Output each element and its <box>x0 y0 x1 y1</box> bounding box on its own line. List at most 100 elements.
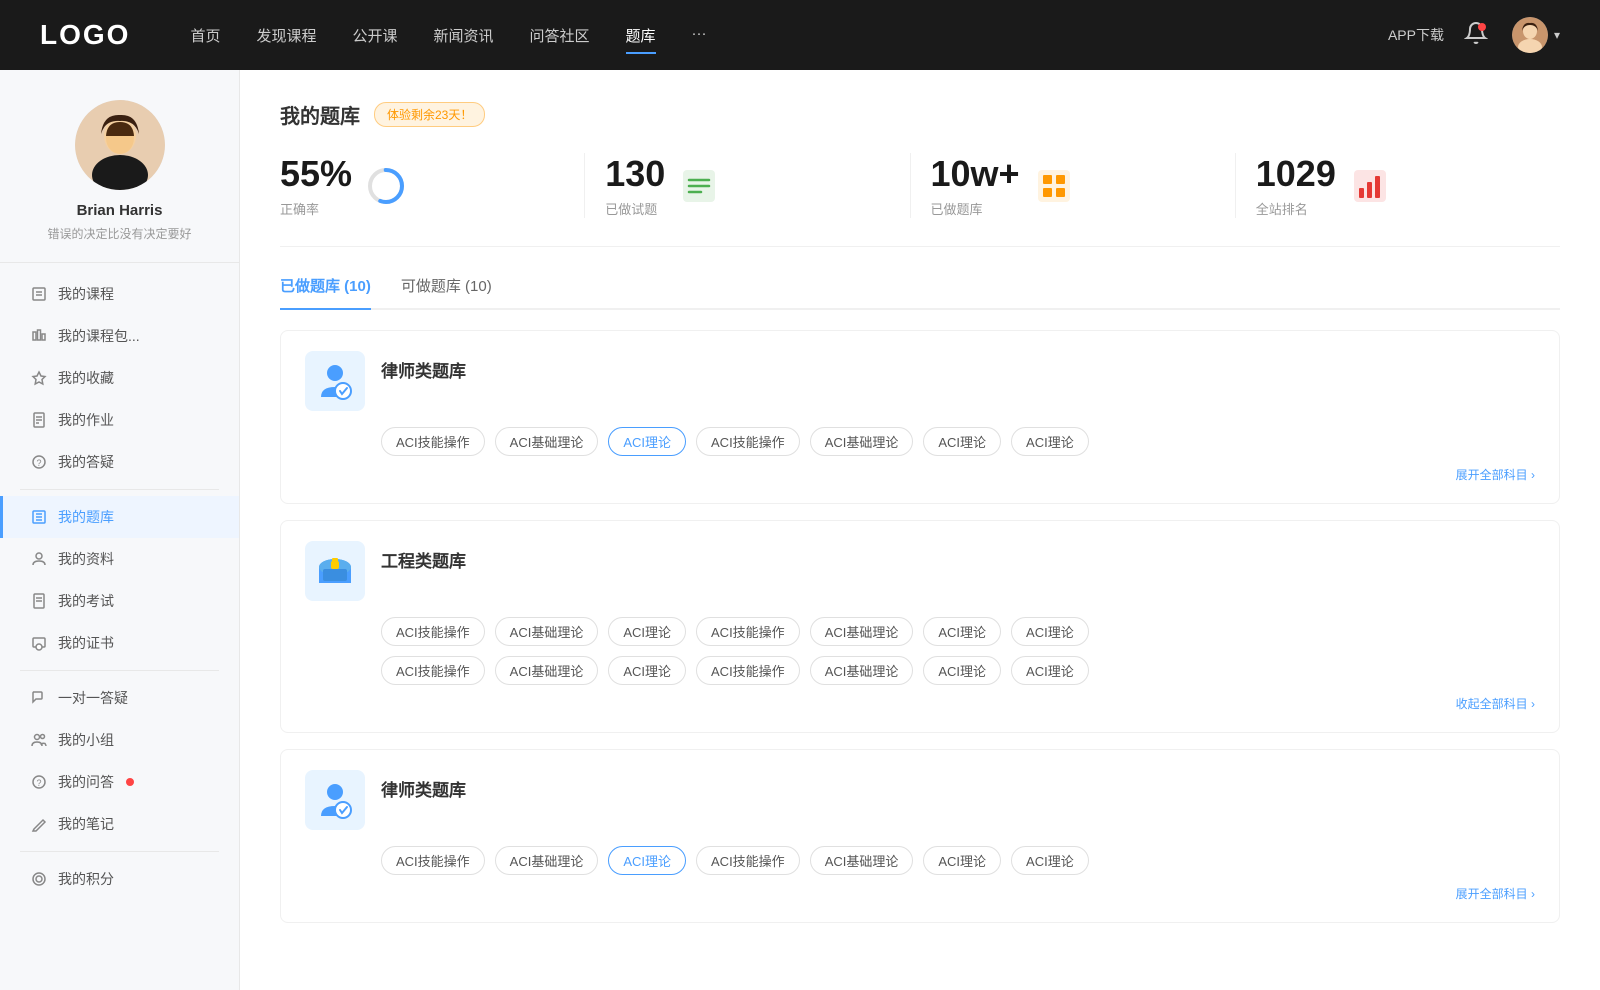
done-q-values: 130 已做试题 <box>605 153 665 218</box>
sidebar-label-my-profile: 我的资料 <box>58 549 114 569</box>
menu-divider-1 <box>20 489 219 490</box>
sidebar-item-my-profile[interactable]: 我的资料 <box>0 538 239 580</box>
trial-badge: 体验剩余23天！ <box>374 102 485 127</box>
tag-2-4[interactable]: ACI基础理论 <box>810 617 914 646</box>
sidebar-item-my-qbank[interactable]: 我的题库 <box>0 496 239 538</box>
nav-qa[interactable]: 问答社区 <box>530 21 590 50</box>
tag-2-6[interactable]: ACI理论 <box>1011 617 1089 646</box>
tag-2-0[interactable]: ACI技能操作 <box>381 617 485 646</box>
qbank-tags-2-row2: ACI技能操作 ACI基础理论 ACI理论 ACI技能操作 ACI基础理论 AC… <box>381 656 1535 685</box>
expand-link-1[interactable]: 展开全部科目 › <box>305 466 1535 483</box>
tab-done-banks[interactable]: 已做题库 (10) <box>280 275 371 308</box>
tag-2-r2-6[interactable]: ACI理论 <box>1011 656 1089 685</box>
main-content: 我的题库 体验剩余23天！ 55% 正确率 130 <box>240 70 1600 990</box>
sidebar-item-my-homework[interactable]: 我的作业 <box>0 399 239 441</box>
sidebar-item-my-question[interactable]: ? 我的问答 <box>0 761 239 803</box>
tag-2-3[interactable]: ACI技能操作 <box>696 617 800 646</box>
sidebar-label-my-exam: 我的考试 <box>58 591 114 611</box>
tag-2-1[interactable]: ACI基础理论 <box>495 617 599 646</box>
sidebar-item-my-points[interactable]: 我的积分 <box>0 858 239 900</box>
tag-1-1[interactable]: ACI基础理论 <box>495 427 599 456</box>
user-profile: Brian Harris 错误的决定比没有决定要好 <box>0 100 239 263</box>
package-icon <box>30 327 48 345</box>
qbank-tags-2-row1: ACI技能操作 ACI基础理论 ACI理论 ACI技能操作 ACI基础理论 AC… <box>381 617 1535 646</box>
qbank-card-1-header: 律师类题库 <box>305 351 1535 411</box>
user-avatar-header[interactable]: ▾ <box>1512 17 1560 53</box>
stat-rank: 1029 全站排名 <box>1236 153 1560 218</box>
points-icon <box>30 870 48 888</box>
homework-icon <box>30 411 48 429</box>
tag-3-0[interactable]: ACI技能操作 <box>381 846 485 875</box>
tag-1-0[interactable]: ACI技能操作 <box>381 427 485 456</box>
done-q-label: 已做试题 <box>605 199 665 218</box>
tag-2-r2-0[interactable]: ACI技能操作 <box>381 656 485 685</box>
group-icon <box>30 731 48 749</box>
tag-1-2[interactable]: ACI理论 <box>608 427 686 456</box>
sidebar-item-my-qa[interactable]: ? 我的答疑 <box>0 441 239 483</box>
stat-done-banks: 10w+ 已做题库 <box>911 153 1236 218</box>
accuracy-label: 正确率 <box>280 199 352 218</box>
notification-bell[interactable] <box>1464 21 1492 49</box>
header-right: APP下载 ▾ <box>1388 17 1560 53</box>
header: LOGO 首页 发现课程 公开课 新闻资讯 问答社区 题库 ··· APP下载 <box>0 0 1600 70</box>
sidebar-item-my-cert[interactable]: 我的证书 <box>0 622 239 664</box>
tag-1-6[interactable]: ACI理论 <box>1011 427 1089 456</box>
nav-opencourse[interactable]: 公开课 <box>352 21 397 50</box>
nav-more[interactable]: ··· <box>692 21 707 50</box>
tag-3-1[interactable]: ACI基础理论 <box>495 846 599 875</box>
tag-3-5[interactable]: ACI理论 <box>923 846 1001 875</box>
qbank-card-2: 工程类题库 ACI技能操作 ACI基础理论 ACI理论 ACI技能操作 ACI基… <box>280 520 1560 733</box>
nav-discover[interactable]: 发现课程 <box>256 21 316 50</box>
sidebar-item-my-package[interactable]: 我的课程包... <box>0 315 239 357</box>
nav-home[interactable]: 首页 <box>190 21 220 50</box>
qbank-icon-1 <box>305 351 365 411</box>
sidebar-label-my-qa: 我的答疑 <box>58 452 114 472</box>
cert-icon <box>30 634 48 652</box>
done-b-value: 10w+ <box>931 153 1020 195</box>
tag-1-3[interactable]: ACI技能操作 <box>696 427 800 456</box>
logo[interactable]: LOGO <box>40 19 130 51</box>
menu-divider-3 <box>20 851 219 852</box>
qbank-tags-3: ACI技能操作 ACI基础理论 ACI理论 ACI技能操作 ACI基础理论 AC… <box>381 846 1535 875</box>
sidebar-item-my-group[interactable]: 我的小组 <box>0 719 239 761</box>
nav-qbank[interactable]: 题库 <box>626 21 656 50</box>
tag-3-2[interactable]: ACI理论 <box>608 846 686 875</box>
tag-2-r2-4[interactable]: ACI基础理论 <box>810 656 914 685</box>
user-name: Brian Harris <box>77 202 163 219</box>
sidebar-item-my-notes[interactable]: 我的笔记 <box>0 803 239 845</box>
qbank-tags-1: ACI技能操作 ACI基础理论 ACI理论 ACI技能操作 ACI基础理论 AC… <box>381 427 1535 456</box>
tag-1-5[interactable]: ACI理论 <box>923 427 1001 456</box>
tag-3-3[interactable]: ACI技能操作 <box>696 846 800 875</box>
sidebar-item-one-on-one[interactable]: 一对一答疑 <box>0 677 239 719</box>
sidebar-label-my-package: 我的课程包... <box>58 326 140 346</box>
tab-available-banks[interactable]: 可做题库 (10) <box>401 275 492 308</box>
nav-news[interactable]: 新闻资讯 <box>434 21 494 50</box>
tabs-row: 已做题库 (10) 可做题库 (10) <box>280 275 1560 310</box>
stat-accuracy: 55% 正确率 <box>280 153 585 218</box>
tag-2-r2-2[interactable]: ACI理论 <box>608 656 686 685</box>
page-header: 我的题库 体验剩余23天！ <box>280 100 1560 129</box>
tag-3-6[interactable]: ACI理论 <box>1011 846 1089 875</box>
rank-value: 1029 <box>1256 153 1336 195</box>
question-dot <box>126 778 134 786</box>
sidebar: Brian Harris 错误的决定比没有决定要好 我的课程 <box>0 70 240 990</box>
rank-label: 全站排名 <box>1256 199 1336 218</box>
sidebar-item-my-collect[interactable]: 我的收藏 <box>0 357 239 399</box>
tag-2-r2-3[interactable]: ACI技能操作 <box>696 656 800 685</box>
sidebar-label-my-group: 我的小组 <box>58 730 114 750</box>
tag-1-4[interactable]: ACI基础理论 <box>810 427 914 456</box>
sidebar-item-my-course[interactable]: 我的课程 <box>0 273 239 315</box>
expand-link-3[interactable]: 展开全部科目 › <box>305 885 1535 902</box>
tag-2-r2-1[interactable]: ACI基础理论 <box>495 656 599 685</box>
main-nav: 首页 发现课程 公开课 新闻资讯 问答社区 题库 ··· <box>190 21 1388 50</box>
tag-2-r2-5[interactable]: ACI理论 <box>923 656 1001 685</box>
app-download-link[interactable]: APP下载 <box>1388 25 1444 45</box>
collapse-link-2[interactable]: 收起全部科目 › <box>305 695 1535 712</box>
tag-2-5[interactable]: ACI理论 <box>923 617 1001 646</box>
tag-2-2[interactable]: ACI理论 <box>608 617 686 646</box>
profile-icon <box>30 550 48 568</box>
grid-icon <box>1034 166 1074 206</box>
sidebar-item-my-exam[interactable]: 我的考试 <box>0 580 239 622</box>
done-b-label: 已做题库 <box>931 199 1020 218</box>
tag-3-4[interactable]: ACI基础理论 <box>810 846 914 875</box>
